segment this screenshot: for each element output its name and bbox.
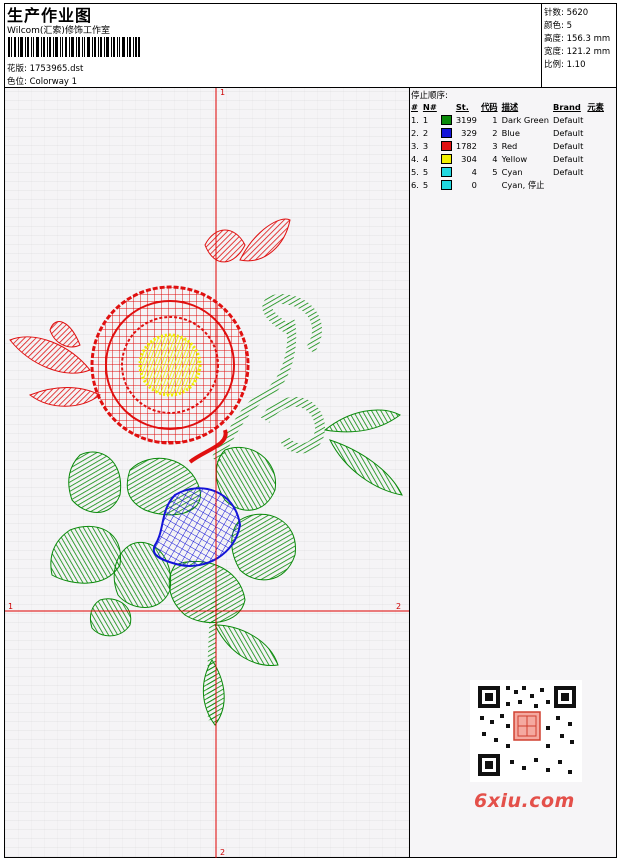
color-swatch bbox=[440, 179, 452, 190]
stop-row: 4. 4 304 4 Yellow Default bbox=[409, 152, 606, 165]
stop-row: 6. 5 0 Cyan, 停止 bbox=[409, 178, 606, 191]
row-element bbox=[585, 126, 606, 139]
row-brand: Default bbox=[553, 153, 584, 164]
col-stitches: St. bbox=[455, 102, 469, 112]
row-code: 3 bbox=[492, 140, 498, 151]
axis-bottom-label: 2 bbox=[220, 848, 226, 857]
stop-row: 5. 5 4 5 Cyan Default bbox=[409, 165, 606, 178]
row-stitches: 0 bbox=[471, 179, 477, 190]
row-brand: Default bbox=[553, 127, 584, 138]
row-stitches: 4 bbox=[471, 166, 477, 177]
color-swatch bbox=[440, 114, 452, 125]
row-element bbox=[585, 178, 606, 191]
stop-table-header: # N# St. 代码 描述 Brand 元素 bbox=[409, 101, 606, 113]
color-swatch bbox=[440, 153, 452, 164]
row-stitches: 1782 bbox=[455, 140, 477, 151]
stop-row: 1. 1 3199 1 Dark Green Default bbox=[409, 113, 606, 126]
row-stitches: 304 bbox=[461, 153, 477, 164]
row-brand: Default bbox=[553, 140, 584, 151]
row-swatch bbox=[439, 126, 454, 139]
watermark-logo: 6xiu.com bbox=[474, 790, 575, 812]
row-element bbox=[585, 165, 606, 178]
row-swatch bbox=[439, 139, 454, 152]
row-needle: 2 bbox=[422, 127, 429, 138]
row-code bbox=[479, 178, 500, 191]
row-needle: 5 bbox=[422, 166, 429, 177]
row-code: 1 bbox=[492, 114, 498, 125]
stop-row: 2. 2 329 2 Blue Default bbox=[409, 126, 606, 139]
col-brand: Brand bbox=[553, 102, 581, 112]
axis-left-label: 1 bbox=[8, 602, 14, 611]
row-brand bbox=[551, 178, 585, 191]
row-stitches: 329 bbox=[461, 127, 477, 138]
row-swatch bbox=[439, 165, 454, 178]
row-swatch bbox=[439, 152, 454, 165]
stop-row: 3. 3 1782 3 Red Default bbox=[409, 139, 606, 152]
row-index: 1. bbox=[411, 114, 419, 125]
col-description: 描述 bbox=[501, 102, 519, 112]
col-code: 代码 bbox=[480, 102, 498, 112]
col-needle: N# bbox=[422, 102, 437, 112]
stop-sequence-table: # N# St. 代码 描述 Brand 元素 1. 1 3199 1 Dark Gre… bbox=[409, 101, 606, 191]
row-description: Yellow bbox=[501, 153, 528, 164]
color-swatch bbox=[440, 127, 452, 138]
row-index: 6. bbox=[411, 179, 419, 190]
col-element: 元素 bbox=[587, 102, 604, 112]
row-index: 5. bbox=[411, 166, 419, 177]
row-description: Blue bbox=[501, 127, 520, 138]
row-swatch bbox=[439, 178, 454, 191]
axis-top-label: 1 bbox=[220, 88, 226, 97]
axis-right-label: 2 bbox=[396, 602, 402, 611]
row-description: Dark Green bbox=[501, 114, 550, 125]
row-code: 4 bbox=[492, 153, 498, 164]
row-element bbox=[585, 139, 606, 152]
col-swatch bbox=[439, 101, 454, 113]
qr-code bbox=[470, 680, 582, 782]
color-swatch bbox=[440, 140, 452, 151]
row-element bbox=[585, 113, 606, 126]
row-index: 2. bbox=[411, 127, 419, 138]
col-index: # bbox=[411, 102, 418, 112]
row-index: 3. bbox=[411, 140, 419, 151]
row-code: 5 bbox=[492, 166, 498, 177]
color-swatch bbox=[440, 166, 452, 177]
row-description: Cyan, 停止 bbox=[501, 179, 545, 190]
row-code: 2 bbox=[492, 127, 498, 138]
row-swatch bbox=[439, 113, 454, 126]
row-needle: 3 bbox=[422, 140, 429, 151]
row-stitches: 3199 bbox=[455, 114, 477, 125]
row-brand: Default bbox=[553, 114, 584, 125]
row-description: Cyan bbox=[501, 166, 523, 177]
row-description: Red bbox=[501, 140, 518, 151]
row-needle: 5 bbox=[422, 179, 429, 190]
row-index: 4. bbox=[411, 153, 419, 164]
stop-sequence-title: 停止顺序: bbox=[411, 91, 448, 101]
row-needle: 1 bbox=[422, 114, 429, 125]
row-needle: 4 bbox=[422, 153, 429, 164]
row-brand: Default bbox=[553, 166, 584, 177]
row-element bbox=[585, 152, 606, 165]
